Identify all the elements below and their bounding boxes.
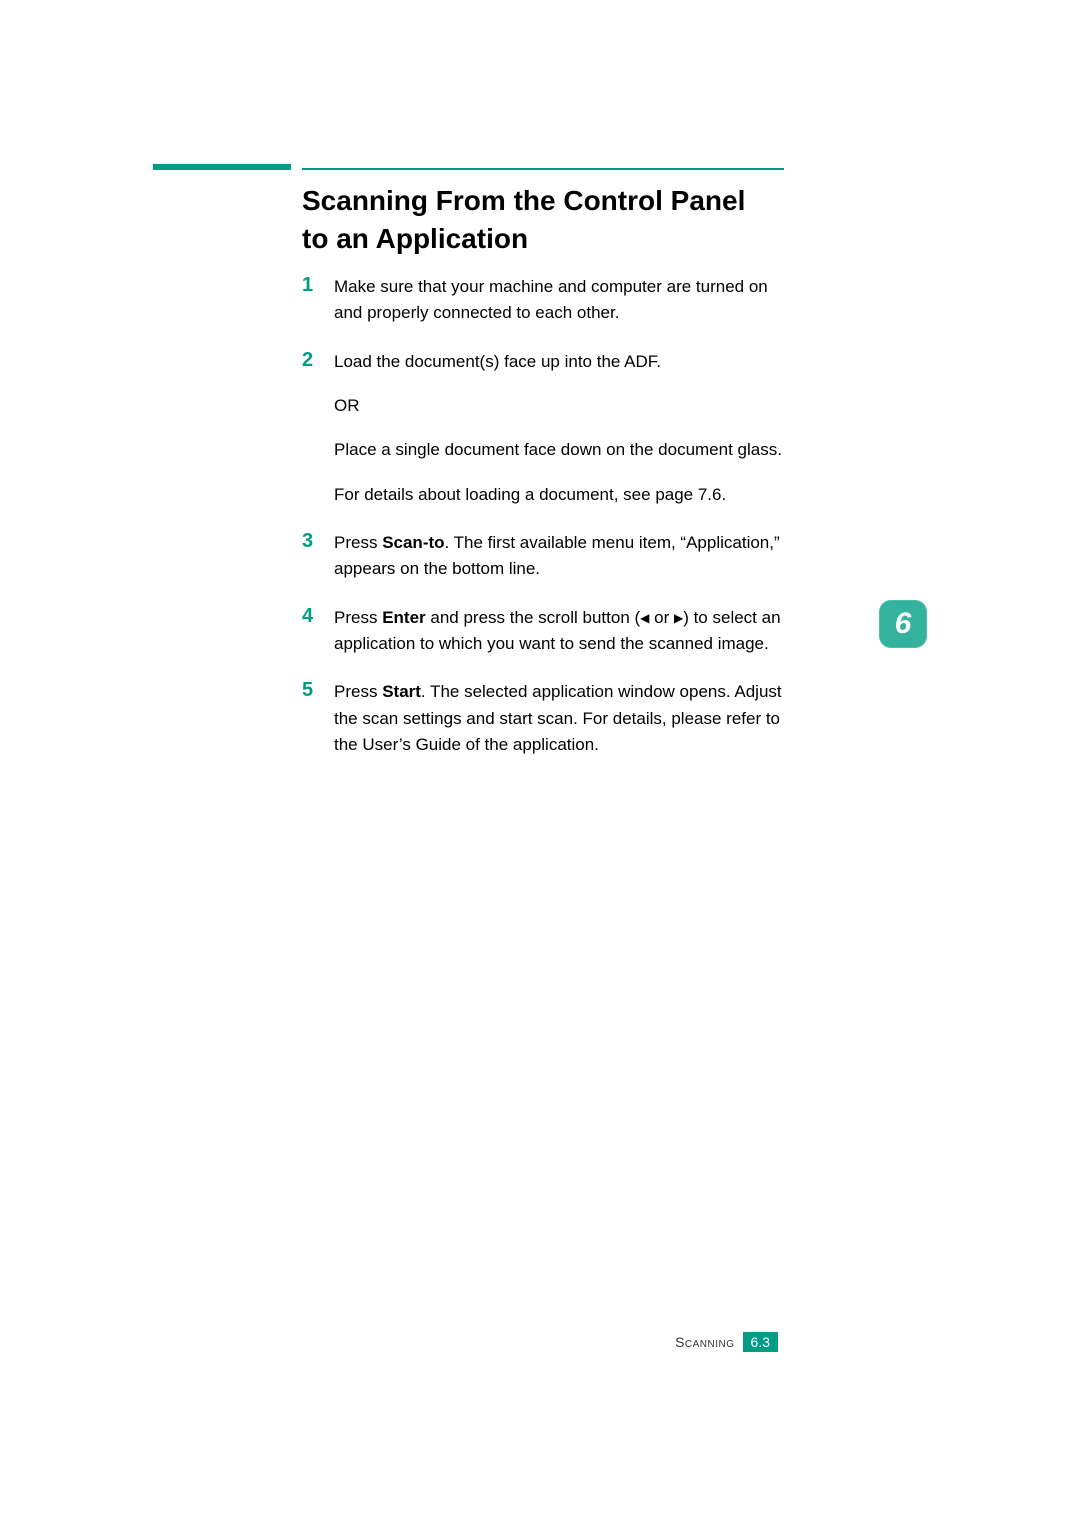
page-number: 6.3	[743, 1332, 778, 1352]
text-part: Press	[334, 682, 382, 701]
step-text: OR	[334, 393, 786, 419]
text-part: and press the scroll button (	[426, 608, 641, 627]
heading-line-1: Scanning From the Control Panel	[302, 182, 822, 220]
heading-line-2: to an Application	[302, 220, 822, 258]
section-heading: Scanning From the Control Panel to an Ap…	[302, 182, 822, 258]
step-number: 5	[302, 679, 334, 758]
chapter-number: 6	[895, 607, 912, 641]
step-1: 1 Make sure that your machine and comput…	[302, 274, 786, 327]
heading-rule-thin	[302, 168, 784, 170]
step-text: Press Scan-to. The first available menu …	[334, 530, 786, 583]
step-number: 1	[302, 274, 334, 327]
bold-keyword: Enter	[382, 608, 425, 627]
step-number: 3	[302, 530, 334, 583]
step-text: Press Start. The selected application wi…	[334, 679, 786, 758]
step-text: Make sure that your machine and computer…	[334, 274, 786, 327]
heading-rule-bold	[153, 164, 291, 170]
step-text: For details about loading a document, se…	[334, 482, 786, 508]
chapter-tab: 6	[879, 600, 927, 648]
step-number: 4	[302, 605, 334, 658]
step-text: Press Enter and press the scroll button …	[334, 605, 786, 658]
footer-section: Scanning	[675, 1334, 734, 1350]
step-5: 5 Press Start. The selected application …	[302, 679, 786, 758]
step-body: Press Scan-to. The first available menu …	[334, 530, 786, 583]
triangle-right-icon: ▶	[674, 611, 683, 625]
step-body: Press Start. The selected application wi…	[334, 679, 786, 758]
document-page: Scanning From the Control Panel to an Ap…	[0, 0, 1080, 1528]
step-4: 4 Press Enter and press the scroll butto…	[302, 605, 786, 658]
text-part: or	[649, 608, 674, 627]
bold-keyword: Start	[382, 682, 421, 701]
page-footer: Scanning 6.3	[0, 1332, 1080, 1352]
text-part: Press	[334, 608, 382, 627]
step-text: Place a single document face down on the…	[334, 437, 786, 463]
step-body: Make sure that your machine and computer…	[334, 274, 786, 327]
step-number: 2	[302, 349, 334, 508]
steps-list: 1 Make sure that your machine and comput…	[302, 274, 786, 780]
step-2: 2 Load the document(s) face up into the …	[302, 349, 786, 508]
step-body: Press Enter and press the scroll button …	[334, 605, 786, 658]
step-body: Load the document(s) face up into the AD…	[334, 349, 786, 508]
bold-keyword: Scan-to	[382, 533, 444, 552]
step-text: Load the document(s) face up into the AD…	[334, 349, 786, 375]
step-3: 3 Press Scan-to. The first available men…	[302, 530, 786, 583]
text-part: Press	[334, 533, 382, 552]
